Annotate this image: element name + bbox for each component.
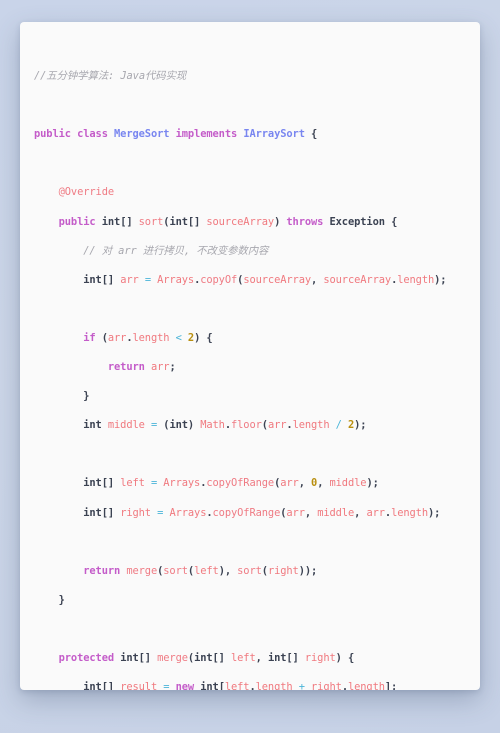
screenshot-stage: //五分钟学算法: Java代码实现 public class MergeSor… [0, 0, 500, 733]
code-line: public class MergeSort implements IArray… [34, 128, 318, 141]
header-comment: //五分钟学算法: Java代码实现 [34, 70, 187, 83]
code-snippet-card: //五分钟学算法: Java代码实现 public class MergeSor… [20, 22, 480, 690]
code-line: int middle = (int) Math.floor(arr.length… [83, 419, 367, 432]
code-line: int[] result = new int[left.length + rig… [83, 681, 398, 690]
code-line: } [58, 593, 65, 606]
code-line: public int[] sort(int[] sourceArray) thr… [58, 215, 398, 228]
code-line: //五分钟学算法: Java代码实现 [34, 69, 470, 84]
code-line: } [83, 390, 90, 403]
code-line: // 对 arr 进行拷贝, 不改变参数内容 [83, 244, 269, 257]
code-line: @Override [58, 186, 115, 199]
code-line: int[] left = Arrays.copyOfRange(arr, 0, … [83, 477, 379, 490]
code-line: int[] arr = Arrays.copyOf(sourceArray, s… [83, 273, 447, 286]
code-line: if (arr.length < 2) { [83, 331, 213, 344]
code-line: int[] right = Arrays.copyOfRange(arr, mi… [83, 506, 441, 519]
code-line: return merge(sort(left), sort(right)); [83, 564, 318, 577]
code-line: return arr; [107, 361, 176, 374]
code-block[interactable]: //五分钟学算法: Java代码实现 public class MergeSor… [20, 40, 480, 690]
code-line: protected int[] merge(int[] left, int[] … [58, 651, 355, 664]
